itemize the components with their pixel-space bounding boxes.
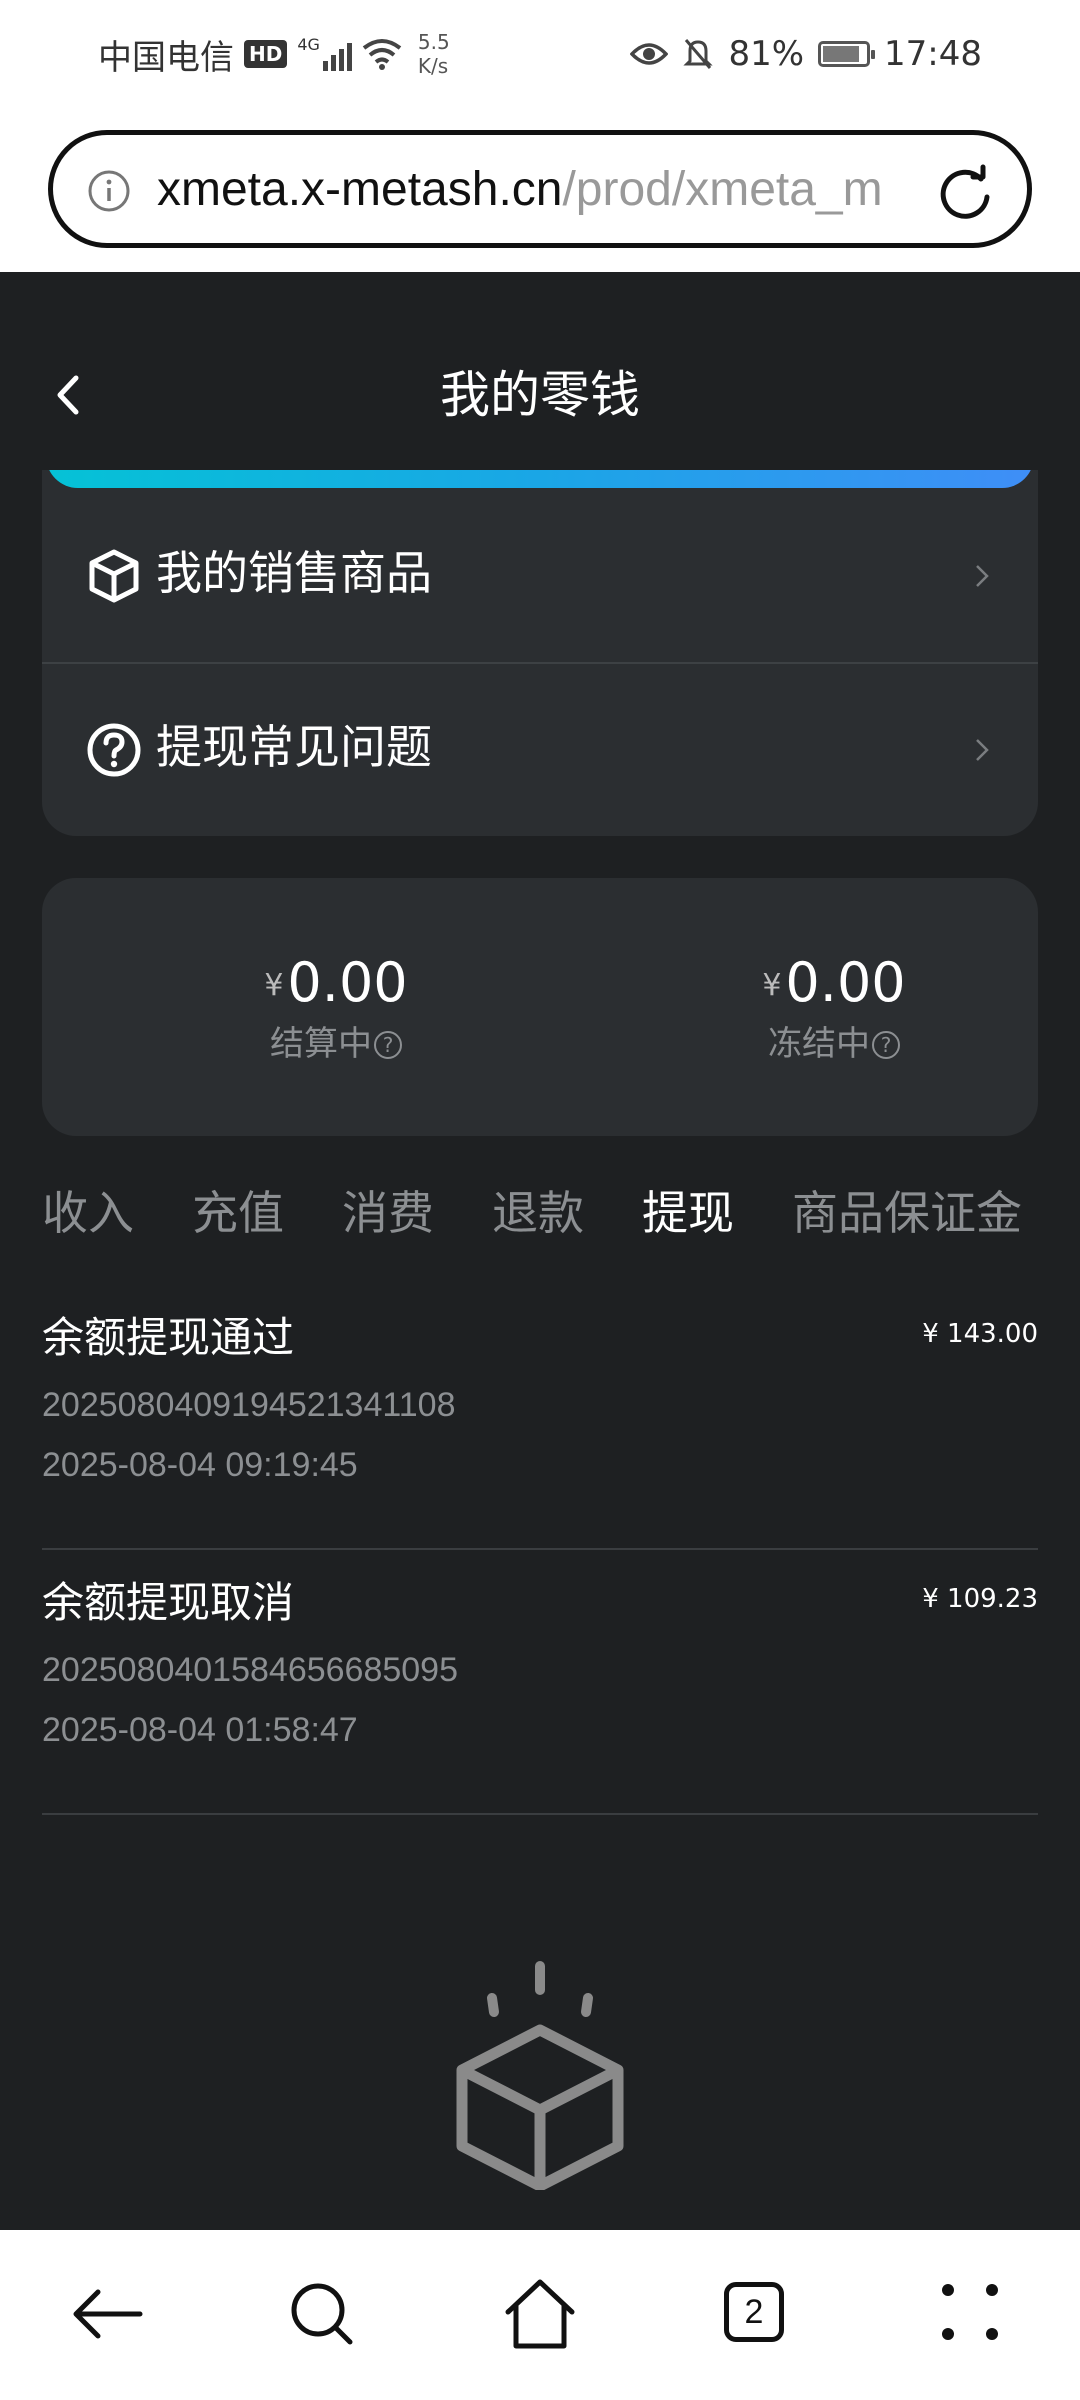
- url-host: xmeta.x-metash.cn: [157, 163, 563, 216]
- list-item[interactable]: 余额提现取消 ¥ 109.23 20250804015846566850​95 …: [42, 1551, 1038, 1815]
- net-speed: 5.5 K/s: [418, 30, 450, 78]
- net-speed-unit: K/s: [417, 54, 449, 78]
- menu-item-label: 我的销售商品: [156, 546, 432, 600]
- settling-amount-value: 0.00: [287, 951, 408, 1014]
- page-header: 我的零钱: [0, 272, 1080, 472]
- menu-item-withdraw-faq[interactable]: 提现常见问题: [42, 664, 1038, 836]
- tab-consume[interactable]: 消费: [342, 1180, 434, 1246]
- frozen-amount: ¥0.00: [684, 950, 984, 1019]
- status-left: 中国电信 HD 4G 5.5 K/s: [98, 26, 450, 82]
- currency-symbol: ¥: [762, 968, 782, 1003]
- carrier-name: 中国电信: [98, 37, 234, 78]
- settling-label-row: 结算中?: [186, 1021, 486, 1067]
- record-time: 2025-08-04 01:58:47: [42, 1711, 358, 1749]
- signal-icon: 4G: [297, 37, 352, 71]
- page-title: 我的零钱: [440, 366, 640, 424]
- reload-icon[interactable]: [933, 161, 997, 225]
- home-icon[interactable]: [500, 2274, 580, 2354]
- menu-card: 我的销售商品 提现常见问题: [42, 470, 1038, 836]
- empty-box-icon: [456, 1961, 624, 2190]
- browser-toolbar: xmeta.x-metash.cn/prod/xmeta_m: [0, 110, 1080, 272]
- tab-withdraw[interactable]: 提现: [642, 1180, 734, 1246]
- settling-label: 结算中: [270, 1024, 372, 1064]
- hd-badge: HD: [244, 40, 288, 68]
- question-circle-icon: [87, 723, 141, 777]
- tab-deposit[interactable]: 商品保证金: [792, 1180, 1022, 1246]
- url-path: /prod/xmeta_m: [562, 163, 883, 216]
- chevron-right-icon: [976, 739, 989, 761]
- record-amount: ¥ 143.00: [922, 1319, 1038, 1349]
- search-icon[interactable]: [282, 2274, 362, 2354]
- frozen-balance: ¥0.00 冻结中?: [684, 950, 984, 1067]
- frozen-amount-value: 0.00: [785, 951, 906, 1014]
- help-icon[interactable]: ?: [872, 1031, 900, 1059]
- eye-icon: [630, 43, 669, 65]
- chevron-right-icon: [976, 565, 989, 587]
- nav-back-icon[interactable]: [68, 2274, 148, 2354]
- tab-income[interactable]: 收入: [42, 1180, 134, 1246]
- frozen-label: 冻结中: [768, 1024, 870, 1064]
- record-time: 2025-08-04 09:19:45: [42, 1446, 358, 1484]
- tab-refund[interactable]: 退款: [492, 1180, 584, 1246]
- status-right: 81% 17:48: [630, 26, 982, 82]
- record-title: 余额提现通过: [42, 1313, 295, 1362]
- tab-count: 2: [724, 2282, 784, 2342]
- menu-item-label: 提现常见问题: [156, 720, 432, 774]
- menu-item-sale-goods[interactable]: 我的销售商品: [42, 490, 1038, 662]
- signal-label: 4G: [297, 35, 320, 54]
- help-icon[interactable]: ?: [374, 1031, 402, 1059]
- record-title: 余额提现取消: [42, 1578, 295, 1627]
- record-order-id: 20250804015846566850​95: [42, 1651, 459, 1689]
- gradient-banner-edge: [46, 470, 1034, 488]
- record-tabs: 收入 充值 消费 退款 提现 商品保证金: [42, 1180, 1080, 1246]
- tabs-button[interactable]: 2: [716, 2274, 796, 2354]
- status-bar: 中国电信 HD 4G 5.5 K/s 81% 17:48: [0, 0, 1080, 110]
- list-item[interactable]: 余额提现通过 ¥ 143.00 20250804091945213411​08 …: [42, 1286, 1038, 1550]
- clock: 17:48: [884, 34, 982, 74]
- frozen-label-row: 冻结中?: [684, 1021, 984, 1067]
- settling-amount: ¥0.00: [186, 950, 486, 1019]
- url-text[interactable]: xmeta.x-metash.cn/prod/xmeta_m: [157, 157, 937, 223]
- browser-bottom-nav: 2: [0, 2230, 1080, 2400]
- record-order-id: 20250804091945213411​08: [42, 1386, 456, 1424]
- record-amount: ¥ 109.23: [922, 1584, 1038, 1614]
- info-icon[interactable]: [87, 169, 131, 213]
- bell-muted-icon: [683, 39, 714, 69]
- tab-recharge[interactable]: 充值: [192, 1180, 284, 1246]
- more-icon[interactable]: [932, 2274, 1012, 2354]
- battery-percent: 81%: [728, 34, 805, 74]
- currency-symbol: ¥: [264, 968, 284, 1003]
- cube-icon: [89, 549, 139, 603]
- battery-icon: [818, 41, 876, 67]
- settling-balance: ¥0.00 结算中?: [186, 950, 486, 1067]
- address-bar[interactable]: xmeta.x-metash.cn/prod/xmeta_m: [48, 130, 1032, 248]
- net-speed-value: 5.5: [417, 30, 450, 54]
- balance-card: ¥0.00 结算中? ¥0.00 冻结中?: [42, 878, 1038, 1136]
- wifi-icon: [362, 39, 402, 70]
